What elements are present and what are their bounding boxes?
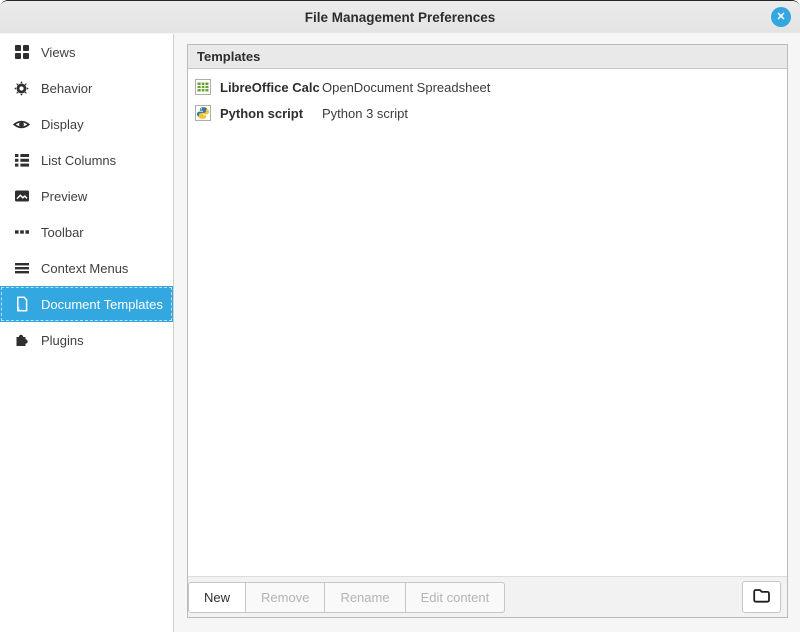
templates-column-header[interactable]: Templates — [188, 45, 787, 69]
sidebar-item-views[interactable]: Views — [0, 34, 173, 70]
template-row-libreoffice-calc[interactable]: LibreOffice Calc OpenDocument Spreadshee… — [188, 74, 787, 100]
open-templates-folder-button[interactable] — [742, 581, 781, 613]
sidebar: Views Behavior Display List Columns — [0, 34, 174, 632]
sidebar-item-label: Display — [41, 117, 84, 132]
sidebar-item-behavior[interactable]: Behavior — [0, 70, 173, 106]
sidebar-item-label: Toolbar — [41, 225, 84, 240]
sidebar-item-display[interactable]: Display — [0, 106, 173, 142]
rename-button[interactable]: Rename — [324, 582, 405, 613]
template-row-python-script[interactable]: Python script Python 3 script — [188, 100, 787, 126]
new-button[interactable]: New — [188, 582, 246, 613]
image-icon — [13, 188, 30, 205]
template-name: LibreOffice Calc — [220, 80, 320, 95]
window-title: File Management Preferences — [305, 10, 496, 25]
python-icon — [195, 105, 211, 121]
views-grid-icon — [13, 44, 30, 61]
sidebar-item-label: Preview — [41, 189, 87, 204]
preferences-window: File Management Preferences ✕ Views Beha… — [0, 0, 800, 632]
sidebar-item-label: Views — [41, 45, 75, 60]
titlebar: File Management Preferences ✕ — [0, 1, 800, 34]
templates-toolbar: New Remove Rename Edit content — [188, 576, 787, 617]
sidebar-item-context-menus[interactable]: Context Menus — [0, 250, 173, 286]
list-columns-icon — [13, 152, 30, 169]
gear-icon — [13, 80, 30, 97]
document-icon — [13, 296, 30, 313]
sidebar-item-label: List Columns — [41, 153, 116, 168]
templates-list: LibreOffice Calc OpenDocument Spreadshee… — [188, 69, 787, 576]
template-name: Python script — [220, 106, 320, 121]
edit-content-button[interactable]: Edit content — [405, 582, 506, 613]
sidebar-item-label: Plugins — [41, 333, 84, 348]
eye-icon — [13, 116, 30, 133]
templates-button-group: New Remove Rename Edit content — [188, 582, 505, 613]
puzzle-icon — [13, 332, 30, 349]
template-description: Python 3 script — [322, 106, 408, 121]
template-description: OpenDocument Spreadsheet — [322, 80, 490, 95]
close-icon: ✕ — [776, 12, 785, 23]
sidebar-item-toolbar[interactable]: Toolbar — [0, 214, 173, 250]
folder-icon — [752, 587, 771, 607]
sidebar-item-document-templates[interactable]: Document Templates — [0, 286, 173, 322]
menu-lines-icon — [13, 260, 30, 277]
ellipsis-icon — [13, 224, 30, 241]
sidebar-item-list-columns[interactable]: List Columns — [0, 142, 173, 178]
close-button[interactable]: ✕ — [771, 7, 791, 27]
main-area: Templates LibreOffice Calc OpenDocument … — [174, 34, 800, 632]
libreoffice-calc-icon — [195, 79, 211, 95]
sidebar-item-label: Document Templates — [41, 297, 163, 312]
sidebar-item-preview[interactable]: Preview — [0, 178, 173, 214]
sidebar-item-plugins[interactable]: Plugins — [0, 322, 173, 358]
remove-button[interactable]: Remove — [245, 582, 325, 613]
templates-panel: Templates LibreOffice Calc OpenDocument … — [187, 44, 788, 618]
sidebar-item-label: Context Menus — [41, 261, 128, 276]
sidebar-item-label: Behavior — [41, 81, 92, 96]
